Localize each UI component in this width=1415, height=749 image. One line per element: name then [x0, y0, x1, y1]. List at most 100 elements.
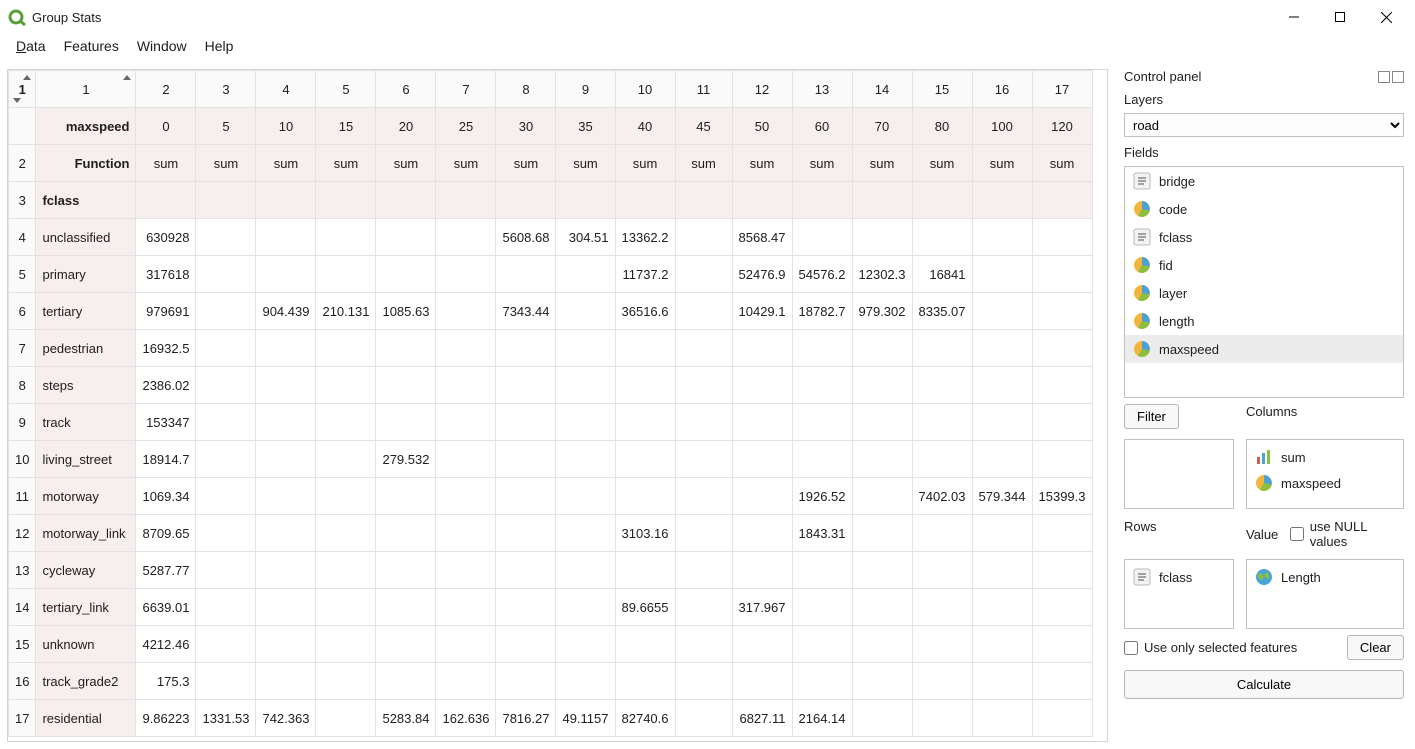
field-item-bridge[interactable]: bridge	[1125, 167, 1403, 195]
menu-features[interactable]: Features	[56, 36, 127, 56]
value-box[interactable]: Length	[1246, 559, 1404, 629]
data-cell	[316, 626, 376, 663]
panel-close-icon[interactable]	[1392, 71, 1404, 83]
field-item-code[interactable]: code	[1125, 195, 1403, 223]
data-cell	[496, 589, 556, 626]
row-item-fclass[interactable]: fclass	[1129, 564, 1229, 590]
row-number[interactable]: 11	[9, 478, 36, 515]
function-col: sum	[732, 145, 792, 182]
col-header[interactable]: 2	[136, 71, 196, 108]
row-number[interactable]: 17	[9, 700, 36, 737]
value-item-Length[interactable]: Length	[1251, 564, 1399, 590]
row-number[interactable]: 7	[9, 330, 36, 367]
data-cell	[436, 515, 496, 552]
data-cell	[912, 552, 972, 589]
row-number[interactable]: 4	[9, 219, 36, 256]
data-cell	[972, 367, 1032, 404]
use-selected-checkbox[interactable]: Use only selected features	[1124, 640, 1297, 655]
col-header[interactable]: 14	[852, 71, 912, 108]
rows-label: Rows	[1124, 519, 1234, 549]
data-cell	[376, 552, 436, 589]
row-number[interactable]: 5	[9, 256, 36, 293]
col-header[interactable]: 10	[615, 71, 675, 108]
data-cell	[556, 330, 615, 367]
data-cell	[615, 330, 675, 367]
data-cell	[792, 663, 852, 700]
data-cell	[732, 515, 792, 552]
col-header[interactable]: 9	[556, 71, 615, 108]
row-number[interactable]: 9	[9, 404, 36, 441]
clear-button[interactable]: Clear	[1347, 635, 1404, 660]
data-cell: 2164.14	[792, 700, 852, 737]
row-number[interactable]: 14	[9, 589, 36, 626]
data-cell	[376, 478, 436, 515]
col-header[interactable]: 1	[36, 71, 136, 108]
data-cell	[556, 515, 615, 552]
columns-box[interactable]: summaxspeed	[1246, 439, 1404, 509]
field-item-length[interactable]: length	[1125, 307, 1403, 335]
field-item-layer[interactable]: layer	[1125, 279, 1403, 307]
data-cell	[972, 404, 1032, 441]
col-header[interactable]: 3	[196, 71, 256, 108]
data-cell	[615, 441, 675, 478]
fields-list[interactable]: bridgecodefclassfidlayerlengthmaxspeed	[1124, 166, 1404, 398]
col-header[interactable]: 8	[496, 71, 556, 108]
row-number[interactable]: 13	[9, 552, 36, 589]
data-cell	[256, 515, 316, 552]
data-cell	[972, 626, 1032, 663]
field-item-fid[interactable]: fid	[1125, 251, 1403, 279]
col-header[interactable]: 17	[1032, 71, 1092, 108]
col-header[interactable]: 4	[256, 71, 316, 108]
maxspeed-col: 70	[852, 108, 912, 145]
data-cell	[556, 367, 615, 404]
col-header[interactable]: 5	[316, 71, 376, 108]
layers-select[interactable]: road	[1124, 113, 1404, 137]
data-cell	[436, 330, 496, 367]
row-number[interactable]: 15	[9, 626, 36, 663]
use-null-checkbox[interactable]: use NULL values	[1290, 519, 1404, 549]
data-cell	[376, 219, 436, 256]
globe-icon	[1255, 568, 1273, 586]
col-header[interactable]: 15	[912, 71, 972, 108]
table-scroll[interactable]: 11234567891011121314151617maxspeed051015…	[8, 70, 1107, 741]
minimize-button[interactable]	[1271, 2, 1317, 32]
column-item-sum[interactable]: sum	[1251, 444, 1399, 470]
menu-data[interactable]: Data	[8, 36, 54, 56]
field-item-fclass[interactable]: fclass	[1125, 223, 1403, 251]
row-label: unclassified	[36, 219, 136, 256]
calculate-button[interactable]: Calculate	[1124, 670, 1404, 699]
filter-box[interactable]	[1124, 439, 1234, 509]
col-header[interactable]: 16	[972, 71, 1032, 108]
data-cell	[852, 589, 912, 626]
col-header[interactable]: 13	[792, 71, 852, 108]
menu-help[interactable]: Help	[197, 36, 242, 56]
row-label: primary	[36, 256, 136, 293]
row-number[interactable]: 6	[9, 293, 36, 330]
data-cell	[1032, 404, 1092, 441]
data-cell: 6827.11	[732, 700, 792, 737]
col-header[interactable]: 6	[376, 71, 436, 108]
row-number[interactable]: 8	[9, 367, 36, 404]
rows-box[interactable]: fclass	[1124, 559, 1234, 629]
close-button[interactable]	[1363, 2, 1409, 32]
field-item-maxspeed[interactable]: maxspeed	[1125, 335, 1403, 363]
data-cell	[675, 441, 732, 478]
data-cell	[256, 478, 316, 515]
column-item-maxspeed[interactable]: maxspeed	[1251, 470, 1399, 496]
control-panel: Control panel Layers road Fields bridgec…	[1114, 63, 1414, 748]
row-number[interactable]: 16	[9, 663, 36, 700]
panel-dock-icon[interactable]	[1378, 71, 1390, 83]
col-header[interactable]: 12	[732, 71, 792, 108]
data-cell	[376, 515, 436, 552]
data-cell	[1032, 293, 1092, 330]
data-cell	[732, 663, 792, 700]
col-header[interactable]: 7	[436, 71, 496, 108]
row-number[interactable]: 10	[9, 441, 36, 478]
row-number[interactable]: 12	[9, 515, 36, 552]
menu-window[interactable]: Window	[129, 36, 195, 56]
data-cell: 12302.3	[852, 256, 912, 293]
data-cell: 89.6655	[615, 589, 675, 626]
maximize-button[interactable]	[1317, 2, 1363, 32]
filter-button[interactable]: Filter	[1124, 404, 1179, 429]
col-header[interactable]: 11	[675, 71, 732, 108]
